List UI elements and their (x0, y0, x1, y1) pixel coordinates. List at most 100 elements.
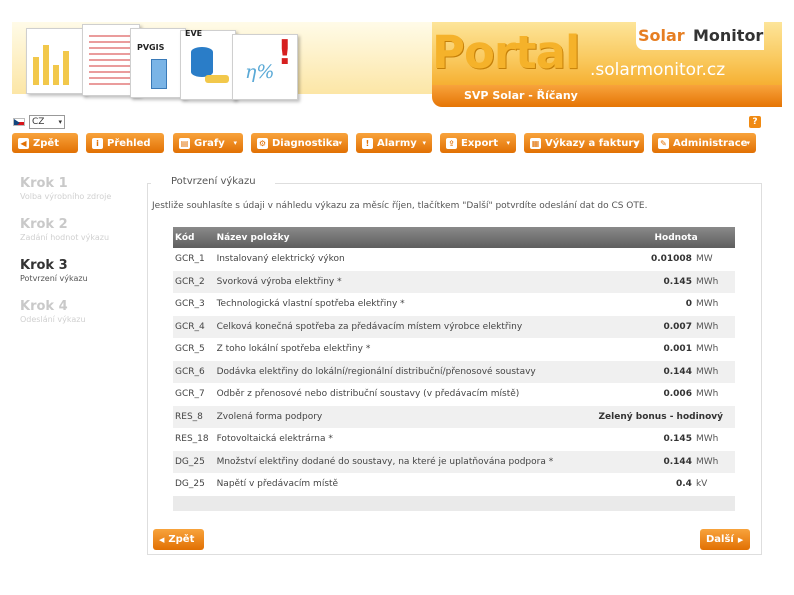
table-row: GCR_3 Technologická vlastní spotřeba ele… (173, 293, 735, 316)
chevron-down-icon: ▾ (338, 139, 342, 147)
row-value: 0.4 (676, 479, 692, 490)
brand-solar: Solar (638, 26, 685, 45)
toolbar-alarms-button[interactable]: ! Alarmy ▾ (356, 133, 432, 153)
row-name: Zvolená forma podpory (214, 405, 597, 428)
arrow-right-icon: ▶ (737, 535, 744, 544)
row-name: Technologická vlastní spotřeba elektřiny… (216, 299, 405, 310)
row-name: Celková konečná spotřeba za předávacím m… (214, 315, 597, 338)
row-unit: MWh (693, 450, 735, 473)
portal-domain: .solarmonitor.cz (590, 60, 726, 80)
efficiency-symbol: η% (245, 61, 275, 83)
chart-icon: ▤ (179, 137, 190, 149)
row-code: RES_18 (175, 434, 209, 445)
row-name: Množství elektřiny dodané do soustavy, n… (214, 450, 597, 473)
table-row: GCR_1 Instalovaný elektrický výkon 0.010… (173, 248, 735, 271)
portal-logo-text: Portal (432, 26, 580, 79)
main-toolbar: ◀ Zpět i Přehled ▤ Grafy ▾ ⚙ Diagnostika… (0, 133, 794, 153)
panel-title: Potvrzení výkazu (171, 176, 256, 187)
chevron-down-icon: ▾ (506, 139, 510, 147)
row-value: Zelený bonus - hodinový (596, 405, 735, 428)
toolbar-back-button[interactable]: ◀ Zpět (12, 133, 78, 153)
row-name: Fotovoltaická elektrárna * (216, 434, 333, 445)
project-name: SVP Solar - Říčany (464, 89, 578, 102)
wrench-icon: ⚙ (257, 137, 268, 149)
toolbar-overview-button[interactable]: i Přehled (86, 133, 164, 153)
help-button[interactable]: ? (749, 116, 761, 128)
toolbar-back-label: Zpět (33, 137, 59, 149)
column-header-value: Hodnota (596, 227, 735, 248)
table-footer-cell (173, 495, 735, 511)
row-code: GCR_5 (175, 344, 205, 355)
row-code: GCR_6 (173, 360, 215, 383)
toolbar-export-button[interactable]: ⇪ Export ▾ (440, 133, 516, 153)
toolbar-reports-button[interactable]: ▦ Výkazy a faktury ▾ (524, 133, 644, 153)
chevron-down-icon: ▾ (233, 139, 237, 147)
row-code: GCR_2 (173, 270, 215, 293)
row-value: 0.145 (596, 270, 694, 293)
step-subtitle: Potvrzení výkazu (20, 274, 88, 283)
row-unit: MWh (695, 389, 719, 400)
toolbar-admin-label: Administrace (673, 137, 748, 149)
table-row: RES_18 Fotovoltaická elektrárna * 0.145 … (173, 428, 735, 451)
table-row: DG_25 Napětí v předávacím místě 0.4 kV (173, 473, 735, 496)
efficiency-document-icon: η% ! (232, 33, 298, 100)
row-value: 0.007 (596, 315, 694, 338)
row-unit: MWh (695, 344, 719, 355)
report-panel-legend: Potvrzení výkazu (147, 176, 762, 190)
step-title: Krok 1 (20, 176, 68, 191)
czech-flag-icon (13, 118, 25, 126)
alarm-icon: ! (362, 137, 373, 149)
row-code: DG_25 (175, 479, 205, 490)
row-unit: MWh (695, 299, 719, 310)
table-row: GCR_6 Dodávka elektřiny do lokální/regio… (173, 360, 735, 383)
row-value: 0 (685, 299, 692, 310)
wizard-step-1: Krok 1 Volba výrobního zdroje (20, 176, 111, 201)
row-code: GCR_7 (175, 389, 205, 400)
toolbar-reports-label: Výkazy a faktury (545, 137, 640, 149)
toolbar-charts-button[interactable]: ▤ Grafy ▾ (173, 133, 243, 153)
row-code: DG_25 (173, 450, 215, 473)
project-bar: SVP Solar - Říčany (432, 85, 782, 107)
table-row: GCR_5 Z toho lokální spotřeba elektřiny … (173, 338, 735, 361)
info-icon: i (92, 137, 103, 149)
toolbar-charts-label: Grafy (194, 137, 225, 149)
row-value: 0.144 (596, 360, 694, 383)
table-row: GCR_4 Celková konečná spotřeba za předáv… (173, 315, 735, 338)
toolbar-diagnostics-button[interactable]: ⚙ Diagnostika ▾ (251, 133, 348, 153)
step-title: Krok 3 (20, 258, 68, 273)
step-subtitle: Volba výrobního zdroje (20, 192, 112, 201)
next-button[interactable]: Další ▶ (700, 529, 750, 550)
language-select[interactable]: CZ ▾ (29, 115, 65, 129)
pvgis-tag: PVGIS (137, 43, 165, 52)
step-title: Krok 4 (20, 299, 68, 314)
table-row: GCR_7 Odběr z přenosové nebo distribuční… (173, 383, 735, 406)
row-code: GCR_3 (175, 299, 205, 310)
toolbar-alarms-label: Alarmy (377, 137, 417, 149)
row-value: 0.006 (663, 389, 692, 400)
arrow-left-icon: ◀ (18, 137, 29, 149)
report-table: Kód Název položky Hodnota GCR_1 Instalov… (173, 227, 735, 511)
eve-tag: EVE (185, 29, 203, 38)
admin-icon: ✎ (658, 137, 669, 149)
arrow-left-icon: ◀ (159, 535, 165, 544)
row-unit: MW (695, 254, 713, 265)
wizard-step-4: Krok 4 Odeslání výkazu (20, 299, 86, 324)
toolbar-export-label: Export (461, 137, 499, 149)
row-unit: MWh (693, 270, 735, 293)
table-row: GCR_2 Svorková výroba elektřiny * 0.145 … (173, 270, 735, 293)
row-name: Svorková výroba elektřiny * (214, 270, 597, 293)
toolbar-admin-button[interactable]: ✎ Administrace ▾ (652, 133, 756, 153)
row-name: Z toho lokální spotřeba elektřiny * (216, 344, 371, 355)
table-footer-row (173, 495, 735, 511)
chevron-down-icon: ▾ (58, 118, 62, 126)
row-value: 0.144 (596, 450, 694, 473)
row-unit: kV (695, 479, 708, 490)
chevron-down-icon: ▾ (746, 139, 750, 147)
row-name: Dodávka elektřiny do lokální/regionální … (214, 360, 597, 383)
row-name: Instalovaný elektrický výkon (216, 254, 345, 265)
back-button[interactable]: ◀ Zpět (153, 529, 204, 550)
printer-icon: ▦ (530, 137, 541, 149)
database-icon (191, 47, 213, 77)
table-row: RES_8 Zvolená forma podpory Zelený bonus… (173, 405, 735, 428)
wizard-step-2: Krok 2 Zadání hodnot výkazu (20, 217, 109, 242)
